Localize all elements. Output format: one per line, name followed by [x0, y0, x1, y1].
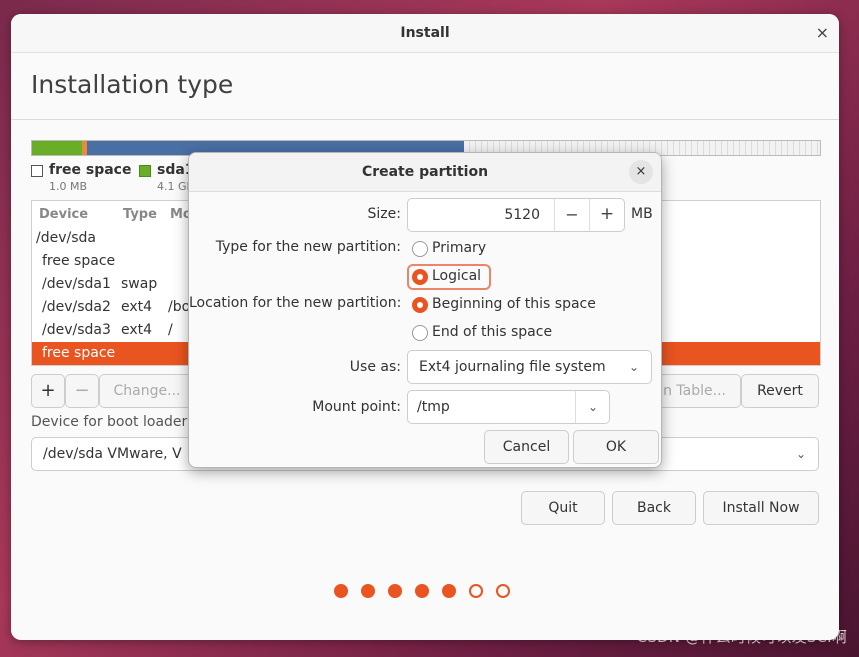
location-label: Location for the new partition: [189, 295, 402, 311]
chevron-down-icon: ⌄ [795, 447, 806, 461]
mount-point-input[interactable]: /tmp [417, 399, 450, 415]
progress-dot [334, 584, 348, 598]
cell-type: ext4 [121, 299, 153, 315]
change-partition-button[interactable]: Change... [99, 374, 195, 408]
boot-loader-label: Device for boot loader i [31, 414, 196, 430]
use-as-select[interactable]: Ext4 journaling file system ⌄ [407, 350, 652, 384]
radio-primary-label: Primary [432, 240, 487, 256]
progress-dot [442, 584, 456, 598]
cell-device: /dev/sda [36, 230, 96, 246]
progress-dot [361, 584, 375, 598]
title-bar: Install × [11, 14, 839, 53]
cell-device: /dev/sda1 [42, 276, 111, 292]
progress-dot [469, 584, 483, 598]
progress-dot [496, 584, 510, 598]
cell-mount: /bo [168, 299, 191, 315]
type-label: Type for the new partition: [215, 239, 401, 255]
dialog-title: Create partition [361, 164, 489, 180]
size-increase-button[interactable]: + [590, 204, 624, 224]
create-partition-dialog: Create partition × Size: 5120 − + MB Typ… [188, 152, 662, 468]
radio-indicator-icon [412, 297, 428, 313]
dialog-title-bar: Create partition × [189, 153, 661, 192]
close-icon[interactable]: × [629, 160, 653, 184]
cancel-button[interactable]: Cancel [484, 430, 569, 464]
use-as-value: Ext4 journaling file system [419, 359, 606, 375]
progress-dot [415, 584, 429, 598]
radio-beginning-label: Beginning of this space [432, 296, 596, 312]
cell-type: swap [121, 276, 158, 292]
legend-size: 1.0 MB [49, 180, 88, 193]
mount-point-combo: /tmp ⌄ [407, 390, 610, 424]
radio-end-label: End of this space [432, 324, 553, 340]
radio-logical-label: Logical [432, 268, 482, 284]
quit-button[interactable]: Quit [521, 491, 605, 525]
free-space-swatch-icon [31, 165, 43, 177]
size-label: Size: [367, 206, 401, 222]
chevron-down-icon[interactable]: ⌄ [588, 400, 598, 414]
legend-name: free space [49, 162, 132, 178]
cell-device: /dev/sda2 [42, 299, 111, 315]
revert-button[interactable]: Revert [741, 374, 819, 408]
size-unit: MB [631, 206, 653, 222]
page-title: Installation type [31, 70, 234, 99]
progress-dot [388, 584, 402, 598]
size-input[interactable]: 5120 [416, 207, 540, 223]
sda1-swatch-icon [139, 165, 151, 177]
size-spinner: 5120 − + [407, 198, 625, 232]
install-now-button[interactable]: Install Now [703, 491, 819, 525]
ok-button[interactable]: OK [573, 430, 659, 464]
size-decrease-button[interactable]: − [555, 205, 589, 224]
combo-divider [575, 391, 576, 423]
cell-device: free space [42, 345, 116, 361]
divider [11, 119, 839, 120]
radio-indicator-icon [412, 241, 428, 257]
remove-partition-button[interactable]: − [65, 374, 99, 408]
column-header-device[interactable]: Device [39, 207, 88, 222]
cell-mount: / [168, 322, 173, 338]
close-icon[interactable]: × [816, 23, 829, 42]
use-as-label: Use as: [349, 359, 401, 375]
cell-type: ext4 [121, 322, 153, 338]
radio-indicator-icon [412, 269, 428, 285]
add-partition-button[interactable]: + [31, 374, 65, 408]
column-header-type[interactable]: Type [123, 207, 157, 222]
cell-device: /dev/sda3 [42, 322, 111, 338]
window-title: Install [400, 25, 450, 41]
usage-segment-sda1 [32, 141, 82, 155]
mount-point-label: Mount point: [312, 399, 401, 415]
chevron-down-icon: ⌄ [628, 360, 639, 374]
radio-indicator-icon [412, 325, 428, 341]
back-button[interactable]: Back [612, 491, 696, 525]
boot-loader-value: /dev/sda VMware, V [43, 446, 182, 462]
cell-device: free space [42, 253, 116, 269]
